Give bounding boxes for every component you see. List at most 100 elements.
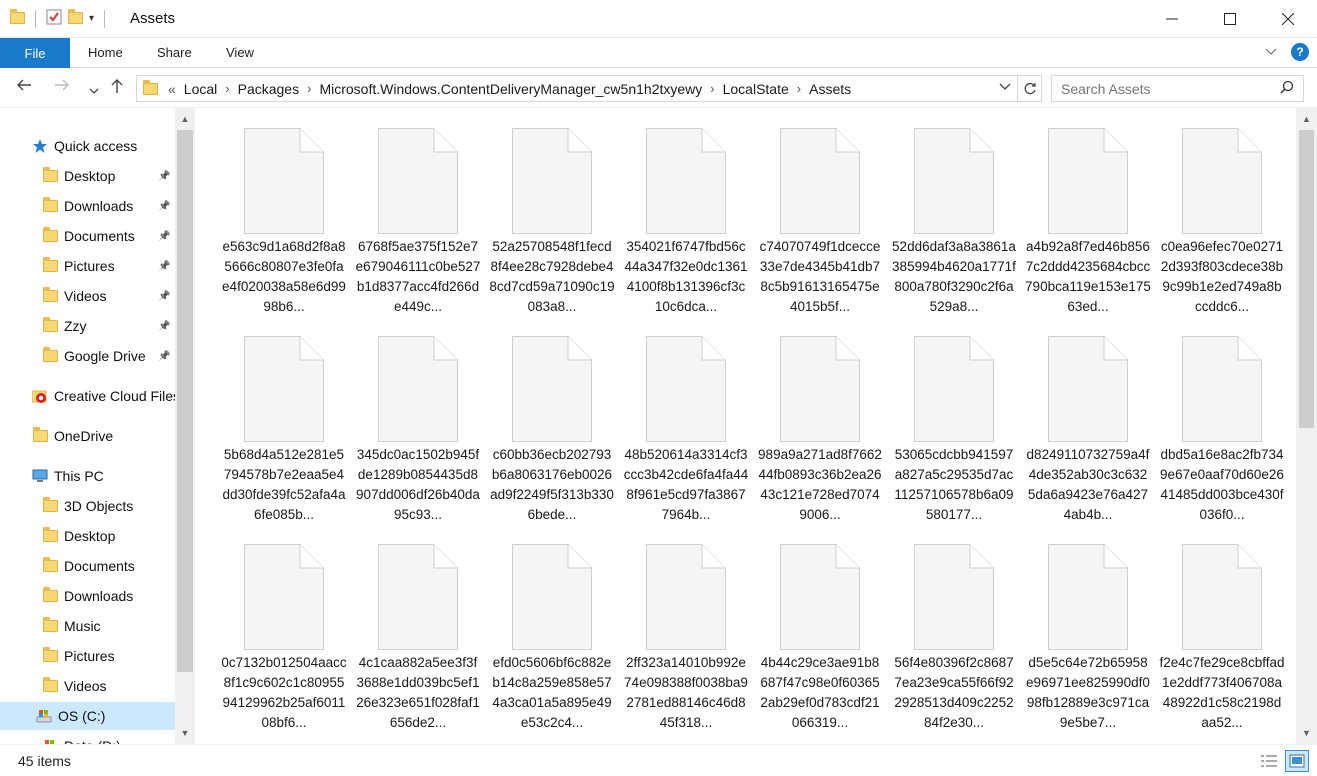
blank-file-icon: [378, 128, 458, 234]
breadcrumb-assets[interactable]: Assets: [809, 81, 851, 97]
file-item[interactable]: 0c7132b012504aacc8f1c9c602c1c80955941299…: [217, 538, 351, 744]
sidebar-item-music[interactable]: Music: [0, 612, 175, 640]
new-folder-icon[interactable]: [68, 8, 83, 27]
back-arrow-icon[interactable]: [16, 78, 32, 97]
breadcrumb-localstate[interactable]: LocalState: [723, 81, 789, 97]
file-item[interactable]: a4b92a8f7ed46b8567c2ddd4235684cbcc790bca…: [1021, 122, 1155, 330]
file-item[interactable]: 48b520614a3314cf3ccc3b42cde6fa4fa448f961…: [619, 330, 753, 538]
file-item[interactable]: 2ff323a14010b992e74e098388f0038ba92781ed…: [619, 538, 753, 744]
sidebar-item-pictures[interactable]: Pictures: [0, 642, 175, 670]
sidebar-item-quick-access[interactable]: Quick access: [0, 132, 175, 160]
file-item[interactable]: f2e4c7fe29ce8cbffad1e2ddf773f406708a4892…: [1155, 538, 1289, 744]
file-name: 56f4e80396f2c86877ea23e9ca55f66f92292851…: [894, 655, 1014, 730]
refresh-button[interactable]: [1018, 75, 1042, 102]
file-item[interactable]: c60bb36ecb202793b6a8063176eb0026ad9f2249…: [485, 330, 619, 538]
scroll-down-arrow[interactable]: ▼: [175, 728, 195, 738]
close-button[interactable]: [1259, 0, 1317, 38]
large-icons-view-icon[interactable]: [1285, 750, 1309, 772]
content-scrollbar[interactable]: ▲ ▼: [1296, 108, 1317, 744]
sidebar-item-videos[interactable]: Videos: [0, 672, 175, 700]
sidebar-item-documents[interactable]: Documents 📌: [0, 222, 175, 250]
file-item[interactable]: dbd5a16e8ac2fb7349e67e0aaf70d60e2641485d…: [1155, 330, 1289, 538]
file-item[interactable]: 56f4e80396f2c86877ea23e9ca55f66f92292851…: [887, 538, 1021, 744]
properties-icon[interactable]: [46, 9, 62, 28]
file-name: c74070749f1dcecce33e7de4345b41db78c5b916…: [759, 239, 881, 314]
file-item[interactable]: c74070749f1dcecce33e7de4345b41db78c5b916…: [753, 122, 887, 330]
sidebar-item-desktop[interactable]: Desktop: [0, 522, 175, 550]
chevron-right-icon[interactable]: ›: [307, 81, 311, 96]
scroll-up-arrow[interactable]: ▲: [1296, 114, 1317, 124]
scroll-down-arrow[interactable]: ▼: [1296, 728, 1317, 738]
search-box[interactable]: [1051, 75, 1304, 102]
help-icon[interactable]: ?: [1291, 43, 1309, 61]
sidebar-item-os-c[interactable]: OS (C:): [0, 702, 175, 730]
file-item[interactable]: 4c1caa882a5ee3f3f3688e1dd039bc5ef126e323…: [351, 538, 485, 744]
sidebar-item-zzy[interactable]: Zzy 📌: [0, 312, 175, 340]
breadcrumb-contentdeliverymanager[interactable]: Microsoft.Windows.ContentDeliveryManager…: [319, 81, 702, 97]
pin-icon[interactable]: 📌: [158, 321, 170, 332]
file-item[interactable]: c0ea96efec70e02712d393f803cdece38b9c99b1…: [1155, 122, 1289, 330]
chevron-right-icon[interactable]: ›: [710, 81, 714, 96]
details-view-icon[interactable]: [1257, 750, 1281, 772]
customize-toolbar-icon[interactable]: ▾: [89, 13, 94, 24]
file-name: 52a25708548f1fecd8f4ee28c7928debe48cd7cd…: [489, 239, 615, 314]
address-overflow[interactable]: «: [168, 81, 176, 97]
sidebar-item-creative-cloud-files[interactable]: Creative Cloud Files: [0, 382, 175, 410]
sidebar-item-documents[interactable]: Documents: [0, 552, 175, 580]
file-item[interactable]: e563c9d1a68d2f8a85666c80807e3fe0fae4f020…: [217, 122, 351, 330]
sidebar-item-videos[interactable]: Videos 📌: [0, 282, 175, 310]
sidebar-item-3d-objects[interactable]: 3D Objects: [0, 492, 175, 520]
chevron-right-icon[interactable]: ›: [225, 81, 229, 96]
nav-scrollbar-thumb[interactable]: [177, 130, 193, 672]
breadcrumb-local[interactable]: Local: [184, 81, 217, 97]
blank-file-icon: [1182, 128, 1262, 234]
tab-view[interactable]: View: [226, 45, 254, 60]
search-input[interactable]: [1061, 80, 1271, 97]
tab-file[interactable]: File: [0, 38, 70, 68]
file-item[interactable]: 52a25708548f1fecd8f4ee28c7928debe48cd7cd…: [485, 122, 619, 330]
file-name: e563c9d1a68d2f8a85666c80807e3fe0fae4f020…: [222, 239, 346, 314]
pin-icon[interactable]: 📌: [158, 231, 170, 242]
file-item[interactable]: 354021f6747fbd56c44a347f32e0dc13614100f8…: [619, 122, 753, 330]
minimize-button[interactable]: [1143, 0, 1201, 38]
file-item[interactable]: d5e5c64e72b65958e96971ee825990df098fb128…: [1021, 538, 1155, 744]
sidebar-item-downloads[interactable]: Downloads 📌: [0, 192, 175, 220]
address-dropdown-icon[interactable]: [999, 80, 1011, 94]
pin-icon[interactable]: 📌: [158, 291, 170, 302]
file-item[interactable]: 4b44c29ce3ae91b8687f47c98e0f603652ab29ef…: [753, 538, 887, 744]
folder-icon: [42, 227, 58, 244]
sidebar-item-desktop[interactable]: Desktop 📌: [0, 162, 175, 190]
sidebar-item-data-d[interactable]: Data (D:): [0, 732, 175, 744]
file-item[interactable]: 53065cdcbb941597a827a5c29535d7ac11257106…: [887, 330, 1021, 538]
sidebar-item-this-pc[interactable]: This PC: [0, 462, 175, 490]
search-icon[interactable]: [1280, 80, 1294, 97]
forward-arrow-icon[interactable]: [54, 78, 70, 97]
sidebar-item-google-drive[interactable]: Google Drive 📌: [0, 342, 175, 370]
nav-scrollbar[interactable]: ▲ ▼: [175, 108, 195, 744]
file-item[interactable]: 5b68d4a512e281e5794578b7e2eaa5e4dd30fde3…: [217, 330, 351, 538]
pin-icon[interactable]: 📌: [158, 351, 170, 362]
sidebar-item-onedrive[interactable]: OneDrive: [0, 422, 175, 450]
file-item[interactable]: 6768f5ae375f152e7e679046111c0be527b1d837…: [351, 122, 485, 330]
sidebar-item-downloads[interactable]: Downloads: [0, 582, 175, 610]
file-item[interactable]: efd0c5606bf6c882eb14c8a259e858e574a3ca01…: [485, 538, 619, 744]
file-item[interactable]: 52dd6daf3a8a3861a385994b4620a1771f800a78…: [887, 122, 1021, 330]
expand-ribbon-icon[interactable]: [1265, 45, 1277, 59]
file-item[interactable]: d8249110732759a4f4de352ab30c3c6325da6a94…: [1021, 330, 1155, 538]
maximize-button[interactable]: [1201, 0, 1259, 38]
address-bar[interactable]: « Local › Packages › Microsoft.Windows.C…: [136, 75, 1018, 102]
pin-icon[interactable]: 📌: [158, 261, 170, 272]
content-scrollbar-thumb[interactable]: [1299, 130, 1314, 428]
pin-icon[interactable]: 📌: [158, 171, 170, 182]
tab-share[interactable]: Share: [157, 45, 192, 60]
breadcrumb-packages[interactable]: Packages: [238, 81, 299, 97]
tab-home[interactable]: Home: [88, 45, 123, 60]
sidebar-item-pictures[interactable]: Pictures 📌: [0, 252, 175, 280]
recent-locations-icon[interactable]: [89, 82, 99, 100]
file-item[interactable]: 345dc0ac1502b945fde1289b0854435d8907dd00…: [351, 330, 485, 538]
up-arrow-icon[interactable]: [110, 78, 124, 99]
file-item[interactable]: 989a9a271ad8f766244fb0893c36b2ea2643c121…: [753, 330, 887, 538]
chevron-right-icon[interactable]: ›: [797, 81, 801, 96]
scroll-up-arrow[interactable]: ▲: [175, 114, 195, 124]
pin-icon[interactable]: 📌: [158, 201, 170, 212]
